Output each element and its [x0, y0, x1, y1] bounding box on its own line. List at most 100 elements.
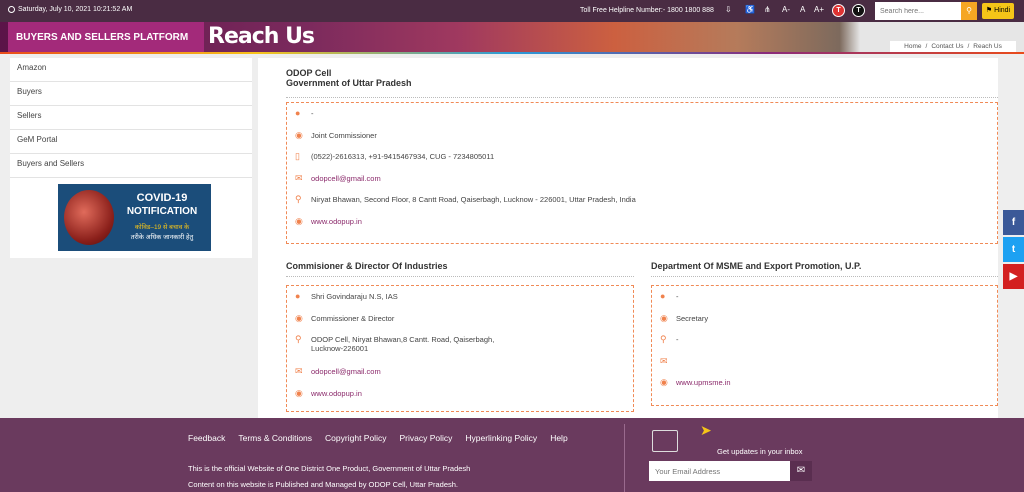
footer-link-hyperlinking[interactable]: Hyperlinking Policy — [465, 433, 537, 443]
map-pin-icon: ⚲ — [295, 334, 302, 344]
newsletter-icon — [652, 430, 678, 452]
person-icon: ● — [660, 291, 666, 301]
youtube-icon[interactable]: ▶ — [1003, 264, 1024, 289]
contact-email-link[interactable]: odopcell@gmail.com — [311, 367, 381, 376]
footer-link-privacy[interactable]: Privacy Policy — [399, 433, 452, 443]
top-bar: Saturday, July 10, 2021 10:21:52 AM Toll… — [0, 0, 1024, 22]
breadcrumb-current: Reach Us — [973, 43, 1002, 50]
person-icon: ● — [295, 108, 301, 118]
contact-website-link[interactable]: www.upmsme.in — [676, 378, 731, 387]
website-row: ◉ www.odopup.in — [295, 387, 633, 411]
map-pin-icon: ⚲ — [660, 334, 667, 344]
theme-red-button[interactable]: T — [832, 4, 845, 17]
map-pin-icon: ⚲ — [295, 194, 302, 204]
envelope-icon: ✉ — [660, 355, 668, 366]
contact-phone: (0522)-2616313, +91-9415467934, CUG - 72… — [311, 152, 495, 161]
sidebar-item-amazon[interactable]: Amazon — [10, 58, 252, 82]
breadcrumb: Home / Contact Us / Reach Us — [890, 41, 1016, 52]
divider — [286, 97, 998, 98]
envelope-icon: ✉ — [295, 366, 303, 376]
sidebar-item-buyers-and-sellers[interactable]: Buyers and Sellers — [10, 154, 252, 178]
footer-link-copyright[interactable]: Copyright Policy — [325, 433, 386, 443]
msme-heading: Department Of MSME and Export Promotion,… — [651, 261, 862, 271]
date-display: Saturday, July 10, 2021 10:21:52 AM — [8, 6, 132, 13]
newsletter-email-input[interactable] — [649, 461, 790, 481]
subscribe-envelope-icon[interactable]: ✉ — [790, 461, 812, 481]
globe-icon: ◉ — [295, 215, 303, 226]
address-line1: ODOP Cell, Niryat Bhawan,8 Cantt. Road, … — [311, 335, 495, 344]
contact-name-row: ● - — [660, 292, 997, 314]
footer-link-help[interactable]: Help — [550, 433, 567, 443]
footer: Feedback Terms & Conditions Copyright Po… — [0, 418, 1024, 492]
covid-hindi-line2: तरीके अधिक जानकारी हेतु — [130, 234, 194, 241]
footer-links: Feedback Terms & Conditions Copyright Po… — [188, 433, 568, 443]
search-input[interactable] — [875, 2, 961, 20]
email-row: ✉ odopcell@gmail.com — [295, 173, 997, 196]
sidebar: Amazon Buyers Sellers GeM Portal Buyers … — [10, 58, 252, 258]
globe-icon: ◉ — [295, 387, 303, 398]
newsletter-label: Get updates in your inbox — [717, 447, 803, 456]
contact-name: Shri Govindaraju N.S, IAS — [311, 292, 398, 301]
globe-icon: ◉ — [295, 129, 303, 140]
designation-row: ◉ Commissioner & Director — [295, 312, 633, 336]
hindi-button[interactable]: ⚑ Hindi — [982, 3, 1014, 19]
footer-link-feedback[interactable]: Feedback — [188, 433, 225, 443]
divider — [651, 276, 998, 277]
covid-hindi-line1: कोविड–19 से बचाव के — [134, 224, 190, 231]
designation-row: ◉ Secretary — [660, 313, 997, 336]
odop-heading-line2: Government of Uttar Pradesh — [286, 78, 412, 88]
color-stripe — [0, 52, 1024, 54]
contact-name: - — [676, 292, 679, 301]
banner: BUYERS AND SELLERS PLATFORM Reach Us Hom… — [0, 22, 1024, 54]
contact-website-link[interactable]: www.odopup.in — [311, 389, 362, 398]
contact-name: - — [311, 109, 314, 118]
contact-address: - — [676, 335, 679, 344]
person-icon: ● — [295, 291, 301, 301]
font-smaller-button[interactable]: A- — [782, 5, 790, 14]
page-title: Reach Us — [208, 24, 315, 49]
msme-contact-card: ● - ◉ Secretary ⚲ - ✉ ◉ www.upmsme.in — [651, 285, 998, 406]
paper-plane-icon: ➤ — [700, 422, 712, 438]
font-normal-button[interactable]: A — [800, 5, 805, 14]
footer-managed-text: Content on this website is Published and… — [188, 480, 459, 489]
platform-title: BUYERS AND SELLERS PLATFORM — [8, 22, 204, 54]
contact-email-link[interactable]: odopcell@gmail.com — [311, 174, 381, 183]
divider — [286, 276, 634, 277]
breadcrumb-contact[interactable]: Contact Us — [931, 43, 963, 50]
sidebar-item-gem-portal[interactable]: GeM Portal — [10, 130, 252, 154]
email-row: ✉ — [660, 355, 997, 379]
accessibility-icon[interactable]: ♿ — [745, 5, 755, 14]
globe-icon: ◉ — [660, 377, 668, 387]
virus-image — [64, 190, 114, 245]
search-icon[interactable]: ⚲ — [961, 2, 977, 20]
contact-website-link[interactable]: www.odopup.in — [311, 217, 362, 226]
odop-heading-line1: ODOP Cell — [286, 68, 332, 78]
covid-hindi-text: कोविड–19 से बचाव के तरीके अधिक जानकारी ह… — [116, 223, 208, 243]
contact-name-row: ● Shri Govindaraju N.S, IAS — [295, 292, 633, 314]
clock-icon — [8, 6, 15, 13]
sitemap-tree-icon[interactable]: ⋔ — [764, 5, 771, 14]
address-row: ⚲ ODOP Cell, Niryat Bhawan,8 Cantt. Road,… — [295, 335, 633, 367]
contact-name-row: ● - — [295, 109, 997, 131]
twitter-icon[interactable]: t — [1003, 237, 1024, 262]
website-row: ◉ www.odopup.in — [295, 215, 997, 239]
contact-designation: Secretary — [676, 313, 709, 323]
sidebar-item-sellers[interactable]: Sellers — [10, 106, 252, 130]
breadcrumb-home[interactable]: Home — [904, 43, 921, 50]
globe-icon: ◉ — [295, 312, 303, 323]
phone-icon: ▯ — [295, 151, 300, 161]
breadcrumb-separator: / — [925, 43, 928, 50]
sitemap-icon[interactable]: ⇩ — [725, 5, 732, 14]
main-content: ODOP Cell Government of Uttar Pradesh ● -… — [258, 58, 998, 418]
theme-black-button[interactable]: T — [852, 4, 865, 17]
date-text: Saturday, July 10, 2021 10:21:52 AM — [18, 6, 133, 13]
contact-address: Niryat Bhawan, Second Floor, 8 Cantt Roa… — [311, 195, 636, 204]
facebook-icon[interactable]: f — [1003, 210, 1024, 235]
covid-notification-banner[interactable]: COVID-19 NOTIFICATION कोविड–19 से बचाव क… — [58, 184, 211, 251]
font-larger-button[interactable]: A+ — [814, 5, 824, 14]
phone-row: ▯ (0522)-2616313, +91-9415467934, CUG - 7… — [295, 152, 997, 174]
footer-divider — [624, 424, 625, 492]
sidebar-item-buyers[interactable]: Buyers — [10, 82, 252, 106]
website-row: ◉ www.upmsme.in — [660, 378, 997, 400]
footer-link-terms[interactable]: Terms & Conditions — [238, 433, 312, 443]
